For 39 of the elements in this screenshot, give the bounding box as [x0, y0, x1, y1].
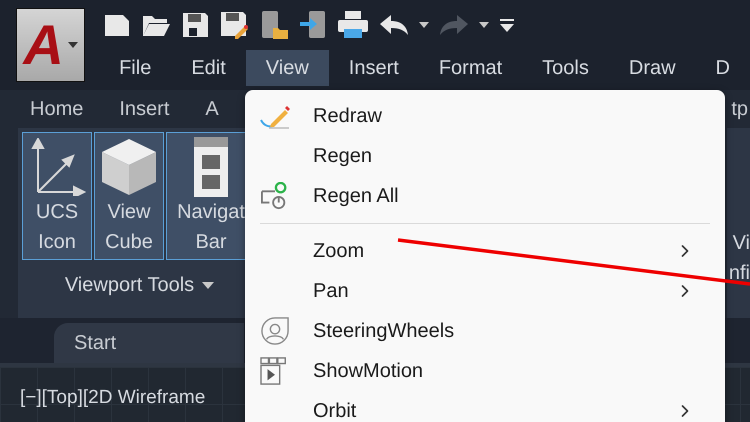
menu-item[interactable]: Pan: [245, 271, 725, 311]
ribbon-button[interactable]: UCS Icon: [22, 132, 92, 260]
caret-icon[interactable]: [202, 282, 214, 288]
save-icon[interactable]: [181, 11, 210, 39]
caret-icon[interactable]: [419, 22, 430, 28]
new-file-icon[interactable]: [103, 12, 132, 38]
menu-item[interactable]: Tools: [522, 50, 609, 86]
ribbon-button[interactable]: View Cube: [94, 132, 164, 260]
viewport-label[interactable]: [−][Top][2D Wireframe: [20, 387, 206, 408]
menu-item[interactable]: Edit: [171, 50, 246, 86]
caret-icon: [68, 42, 78, 48]
steering-wheel-icon: [259, 317, 291, 345]
menu-item[interactable]: Format: [418, 50, 522, 86]
menu-item[interactable]: ShowMotion: [245, 351, 725, 391]
application-button[interactable]: A: [16, 8, 86, 82]
ribbon-tab[interactable]: A: [205, 98, 219, 120]
menu-item[interactable]: Orbit: [245, 391, 725, 422]
panel-title[interactable]: Viewport Tools: [64, 274, 194, 296]
ribbon-tab[interactable]: Insert: [119, 98, 170, 120]
printer-icon[interactable]: [337, 10, 370, 40]
caret-icon[interactable]: [479, 22, 490, 28]
undo-icon[interactable]: [379, 14, 410, 36]
button-label: nfi: [728, 261, 750, 286]
menu-item[interactable]: Draw: [608, 50, 696, 86]
menu-item[interactable]: View: [246, 50, 329, 86]
menu-item[interactable]: Insert: [328, 50, 419, 86]
customize-icon[interactable]: [499, 17, 516, 33]
menu-item[interactable]: File: [99, 50, 172, 86]
import-tablet-icon[interactable]: [299, 10, 328, 40]
tablet-folder-icon[interactable]: [259, 10, 290, 40]
ribbon-tab[interactable]: Home: [30, 98, 84, 120]
cube-icon: [99, 137, 159, 197]
menu-item[interactable]: SteeringWheels: [245, 311, 725, 351]
file-tab[interactable]: Start: [54, 323, 244, 363]
save-as-icon[interactable]: [219, 10, 250, 40]
navigation-bar-icon: [194, 137, 228, 197]
menu-item[interactable]: D: [696, 50, 750, 86]
ribbon-tab[interactable]: tp: [731, 98, 750, 120]
button-label: Vi: [732, 231, 750, 256]
